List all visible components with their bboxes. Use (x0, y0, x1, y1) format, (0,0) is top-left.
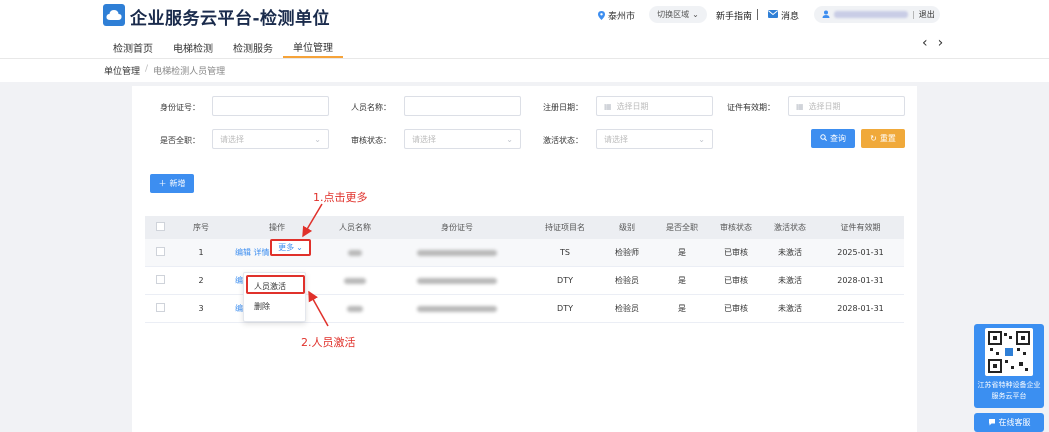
tab-elevator-inspection[interactable]: 电梯检测 (163, 36, 223, 58)
annotation-step1: 1.点击更多 (313, 191, 368, 204)
chevron-down-icon: ⌄ (692, 10, 699, 19)
location-pin-icon (598, 11, 605, 20)
user-menu[interactable]: | 退出 (814, 6, 940, 23)
header-divider (0, 58, 1049, 59)
cloud-logo-icon (103, 4, 125, 26)
online-service-button[interactable]: 在线客服 (974, 413, 1044, 432)
annotation-arrow-2 (308, 290, 329, 327)
breadcrumb-current: 电梯检测人员管理 (153, 67, 226, 77)
guide-link[interactable]: 新手指南 (716, 9, 752, 22)
breadcrumb-root[interactable]: 单位管理 (104, 64, 140, 77)
annotation-arrow-1 (302, 203, 323, 238)
online-service-label: 在线客服 (998, 418, 1031, 427)
divider (757, 9, 758, 20)
breadcrumb: 单位管理 / 电梯检测人员管理 (104, 64, 225, 77)
messages-link[interactable]: 消息 (768, 9, 799, 22)
annotation-step2: 2.人员激活 (301, 336, 356, 349)
location-selector[interactable]: 泰州市 (598, 9, 635, 22)
switch-region-button[interactable]: 切换区域 ⌄ (649, 6, 707, 23)
chevron-right-icon[interactable]: › (938, 35, 944, 51)
user-sep: | (912, 10, 915, 19)
messages-label: 消息 (781, 12, 800, 22)
qr-code-widget[interactable]: 江苏省特种设备企业服务云平台 (974, 324, 1044, 408)
user-icon (822, 10, 830, 20)
chat-icon (988, 418, 996, 428)
tab-unit-management[interactable]: 单位管理 (283, 36, 343, 58)
city-label: 泰州市 (608, 12, 636, 22)
qr-caption: 江苏省特种设备企业服务云平台 (977, 381, 1041, 400)
top-header: 企业服务云平台-检测单位 泰州市 切换区域 ⌄ 新手指南 消息 | 退出 检测首… (0, 0, 1049, 82)
main-panel: 身份证号： 人员名称： 注册日期： ▦ 选择日期 证件有效期： ▦ 选择日期 是… (132, 86, 917, 432)
username-redacted (834, 11, 908, 18)
nav-scroll-arrows: ‹ › (922, 35, 943, 51)
tab-inspection-service[interactable]: 检测服务 (223, 36, 283, 58)
breadcrumb-separator: / (145, 64, 149, 74)
logout-link[interactable]: 退出 (919, 9, 935, 20)
switch-region-label: 切换区域 (657, 10, 690, 19)
tab-home[interactable]: 检测首页 (103, 36, 163, 58)
annotation-arrows (302, 203, 329, 327)
chevron-left-icon[interactable]: ‹ (922, 35, 928, 51)
mail-icon (768, 10, 778, 21)
app-title: 企业服务云平台-检测单位 (130, 9, 331, 29)
main-nav: 检测首页 电梯检测 检测服务 单位管理 (103, 36, 343, 58)
qr-code-icon (985, 328, 1033, 376)
